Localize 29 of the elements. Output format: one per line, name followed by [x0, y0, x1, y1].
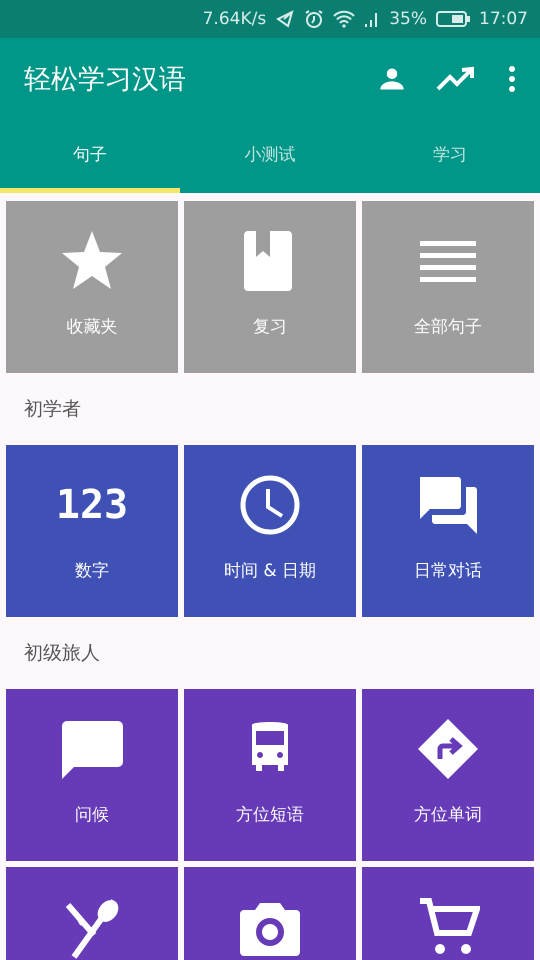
tile-label: 问候	[75, 804, 109, 826]
alarm-icon	[304, 9, 324, 29]
section-heading: 初学者	[23, 397, 82, 422]
wifi-icon	[333, 10, 356, 28]
tile-label: 时间 & 日期	[224, 560, 316, 582]
category-tile[interactable]: 问候	[6, 689, 178, 861]
tile-label: 收藏夹	[66, 316, 118, 338]
battery-icon	[436, 11, 470, 27]
category-tile[interactable]: 时间 & 日期	[184, 445, 356, 617]
network-speed: 7.64K/s	[202, 9, 266, 29]
clock-time: 17:07	[479, 9, 528, 29]
tile-label: 复习	[253, 316, 287, 338]
numbers-icon: 123	[56, 483, 128, 527]
section-heading: 初级旅人	[23, 641, 101, 666]
battery-percent: 35%	[389, 9, 427, 29]
tile-label: 数字	[75, 560, 109, 582]
category-tile[interactable]: 日常对话	[362, 445, 534, 617]
tile-label: 全部句子	[414, 316, 482, 338]
category-tile[interactable]: 方位单词	[362, 689, 534, 861]
tile-label: 方位单词	[414, 804, 482, 826]
more-icon[interactable]	[508, 66, 516, 92]
direction-sign-icon	[416, 717, 480, 781]
tile-label: 方位短语	[236, 804, 304, 826]
tile-label: 日常对话	[414, 560, 482, 582]
tab[interactable]: 句子	[0, 120, 180, 193]
app-title: 轻松学习汉语	[24, 63, 187, 97]
clock-icon	[238, 473, 302, 537]
category-tile[interactable]: 123 数字	[6, 445, 178, 617]
category-tile[interactable]: 方位短语	[184, 689, 356, 861]
